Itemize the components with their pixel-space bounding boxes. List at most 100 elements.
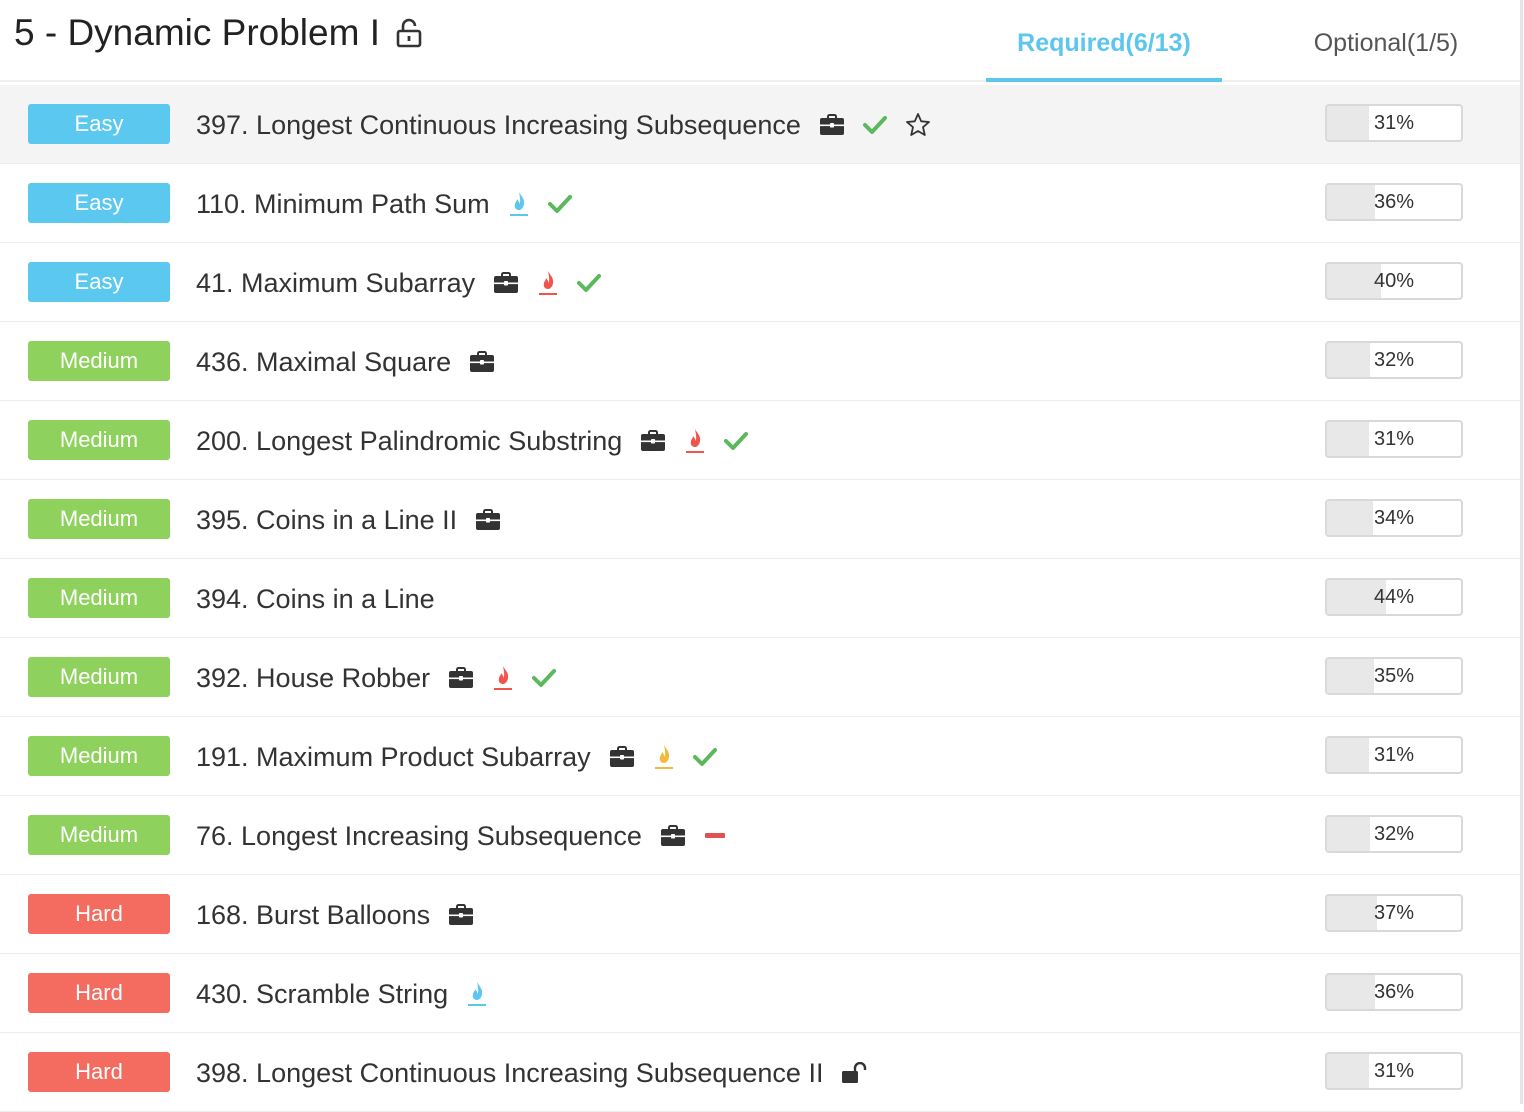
acceptance-rate: 32%: [1373, 349, 1415, 371]
problem-title-group: 41. Maximum Subarray: [196, 262, 602, 304]
problem-row[interactable]: Medium 191. Maximum Product Subarray 31%: [0, 717, 1520, 796]
problem-title-link[interactable]: 392. House Robber: [196, 657, 430, 699]
tab-optional[interactable]: Optional(1/5): [1290, 24, 1482, 82]
problem-title-group: 430. Scramble String: [196, 973, 488, 1015]
acceptance-rate: 35%: [1373, 665, 1415, 687]
flame-red-icon: [492, 664, 514, 692]
tab-required[interactable]: Required(6/13): [986, 24, 1222, 82]
acceptance-progress: 40%: [1325, 262, 1463, 300]
acceptance-rate: 34%: [1373, 507, 1415, 529]
difficulty-badge: Hard: [28, 1052, 170, 1092]
problem-title-link[interactable]: 430. Scramble String: [196, 973, 448, 1015]
problem-row[interactable]: Medium 436. Maximal Square 32%: [0, 322, 1520, 401]
page-header: 5 - Dynamic Problem I Required(6/13) Opt…: [0, 0, 1520, 82]
problem-title-group: 397. Longest Continuous Increasing Subse…: [196, 104, 931, 146]
acceptance-progress: 31%: [1325, 420, 1463, 458]
acceptance-progress: 44%: [1325, 578, 1463, 616]
problem-row[interactable]: Easy 41. Maximum Subarray 40%: [0, 243, 1520, 322]
check-icon: [692, 747, 717, 767]
check-icon: [862, 115, 887, 135]
acceptance-progress: 32%: [1325, 341, 1463, 379]
problem-row[interactable]: Medium 76. Longest Increasing Subsequence…: [0, 796, 1520, 875]
acceptance-progress: 32%: [1325, 815, 1463, 853]
briefcase-icon: [640, 430, 666, 452]
problem-row[interactable]: Hard 398. Longest Continuous Increasing S…: [0, 1033, 1520, 1112]
problem-title-link[interactable]: 394. Coins in a Line: [196, 578, 435, 620]
problem-title-group: 200. Longest Palindromic Substring: [196, 420, 749, 462]
problem-row[interactable]: Easy 110. Minimum Path Sum 36%: [0, 164, 1520, 243]
problem-row[interactable]: Easy 397. Longest Continuous Increasing S…: [0, 85, 1520, 164]
difficulty-badge: Hard: [28, 973, 170, 1013]
problem-list: Easy 397. Longest Continuous Increasing S…: [0, 85, 1520, 1112]
difficulty-badge: Medium: [28, 499, 170, 539]
acceptance-rate: 32%: [1373, 823, 1415, 845]
problem-title-group: 168. Burst Balloons: [196, 894, 474, 936]
acceptance-rate: 31%: [1373, 744, 1415, 766]
problem-title-link[interactable]: 398. Longest Continuous Increasing Subse…: [196, 1052, 823, 1094]
problem-title-link[interactable]: 168. Burst Balloons: [196, 894, 430, 936]
acceptance-progress: 31%: [1325, 736, 1463, 774]
difficulty-badge: Medium: [28, 815, 170, 855]
problem-row[interactable]: Medium 395. Coins in a Line II 34%: [0, 480, 1520, 559]
problem-title-group: 395. Coins in a Line II: [196, 499, 501, 541]
star-icon: [905, 112, 931, 138]
problem-title-link[interactable]: 110. Minimum Path Sum: [196, 183, 490, 225]
page-title: 5 - Dynamic Problem I: [14, 12, 380, 53]
briefcase-icon: [660, 825, 686, 847]
check-icon: [547, 194, 572, 214]
acceptance-rate: 31%: [1373, 1060, 1415, 1082]
acceptance-progress: 36%: [1325, 183, 1463, 221]
briefcase-icon: [448, 904, 474, 926]
briefcase-icon: [448, 667, 474, 689]
acceptance-rate: 31%: [1373, 428, 1415, 450]
problem-row[interactable]: Hard 168. Burst Balloons 37%: [0, 875, 1520, 954]
check-icon: [577, 273, 602, 293]
difficulty-badge: Medium: [28, 657, 170, 697]
briefcase-icon: [475, 509, 501, 531]
acceptance-rate: 36%: [1373, 191, 1415, 213]
problem-title-link[interactable]: 200. Longest Palindromic Substring: [196, 420, 622, 462]
acceptance-rate: 44%: [1373, 586, 1415, 608]
problem-title-link[interactable]: 41. Maximum Subarray: [196, 262, 475, 304]
problem-title-group: 398. Longest Continuous Increasing Subse…: [196, 1052, 867, 1094]
difficulty-badge: Medium: [28, 341, 170, 381]
difficulty-badge: Medium: [28, 578, 170, 618]
problem-row[interactable]: Medium 394. Coins in a Line 44%: [0, 559, 1520, 638]
problem-title-link[interactable]: 191. Maximum Product Subarray: [196, 736, 591, 778]
difficulty-badge: Easy: [28, 104, 170, 144]
lock-icon: [396, 18, 422, 48]
difficulty-badge: Easy: [28, 262, 170, 302]
acceptance-progress: 31%: [1325, 104, 1463, 142]
briefcase-icon: [493, 272, 519, 294]
acceptance-rate: 40%: [1373, 270, 1415, 292]
acceptance-progress: 34%: [1325, 499, 1463, 537]
problem-row[interactable]: Hard 430. Scramble String 36%: [0, 954, 1520, 1033]
problem-title-group: 110. Minimum Path Sum: [196, 183, 572, 225]
acceptance-rate: 37%: [1373, 902, 1415, 924]
difficulty-badge: Medium: [28, 420, 170, 460]
problem-title-group: 76. Longest Increasing Subsequence: [196, 815, 726, 857]
check-icon: [532, 668, 557, 688]
briefcase-icon: [469, 351, 495, 373]
acceptance-rate: 36%: [1373, 981, 1415, 1003]
difficulty-badge: Medium: [28, 736, 170, 776]
flame-red-icon: [684, 427, 706, 455]
acceptance-progress: 37%: [1325, 894, 1463, 932]
problem-title-group: 436. Maximal Square: [196, 341, 495, 383]
problem-title-link[interactable]: 76. Longest Increasing Subsequence: [196, 815, 642, 857]
problem-title-link[interactable]: 397. Longest Continuous Increasing Subse…: [196, 104, 801, 146]
difficulty-badge: Easy: [28, 183, 170, 223]
acceptance-progress: 36%: [1325, 973, 1463, 1011]
problem-row[interactable]: Medium 200. Longest Palindromic Substring…: [0, 401, 1520, 480]
problem-title-group: 191. Maximum Product Subarray: [196, 736, 717, 778]
acceptance-progress: 31%: [1325, 1052, 1463, 1090]
problem-title-link[interactable]: 395. Coins in a Line II: [196, 499, 457, 541]
problem-title-link[interactable]: 436. Maximal Square: [196, 341, 451, 383]
flame-orange-icon: [653, 743, 675, 771]
acceptance-progress: 35%: [1325, 657, 1463, 695]
problem-title-group: 394. Coins in a Line: [196, 578, 435, 620]
acceptance-rate: 31%: [1373, 112, 1415, 134]
right-border-divider: [1520, 0, 1523, 1104]
problem-row[interactable]: Medium 392. House Robber 35%: [0, 638, 1520, 717]
flame-red-icon: [537, 269, 559, 297]
